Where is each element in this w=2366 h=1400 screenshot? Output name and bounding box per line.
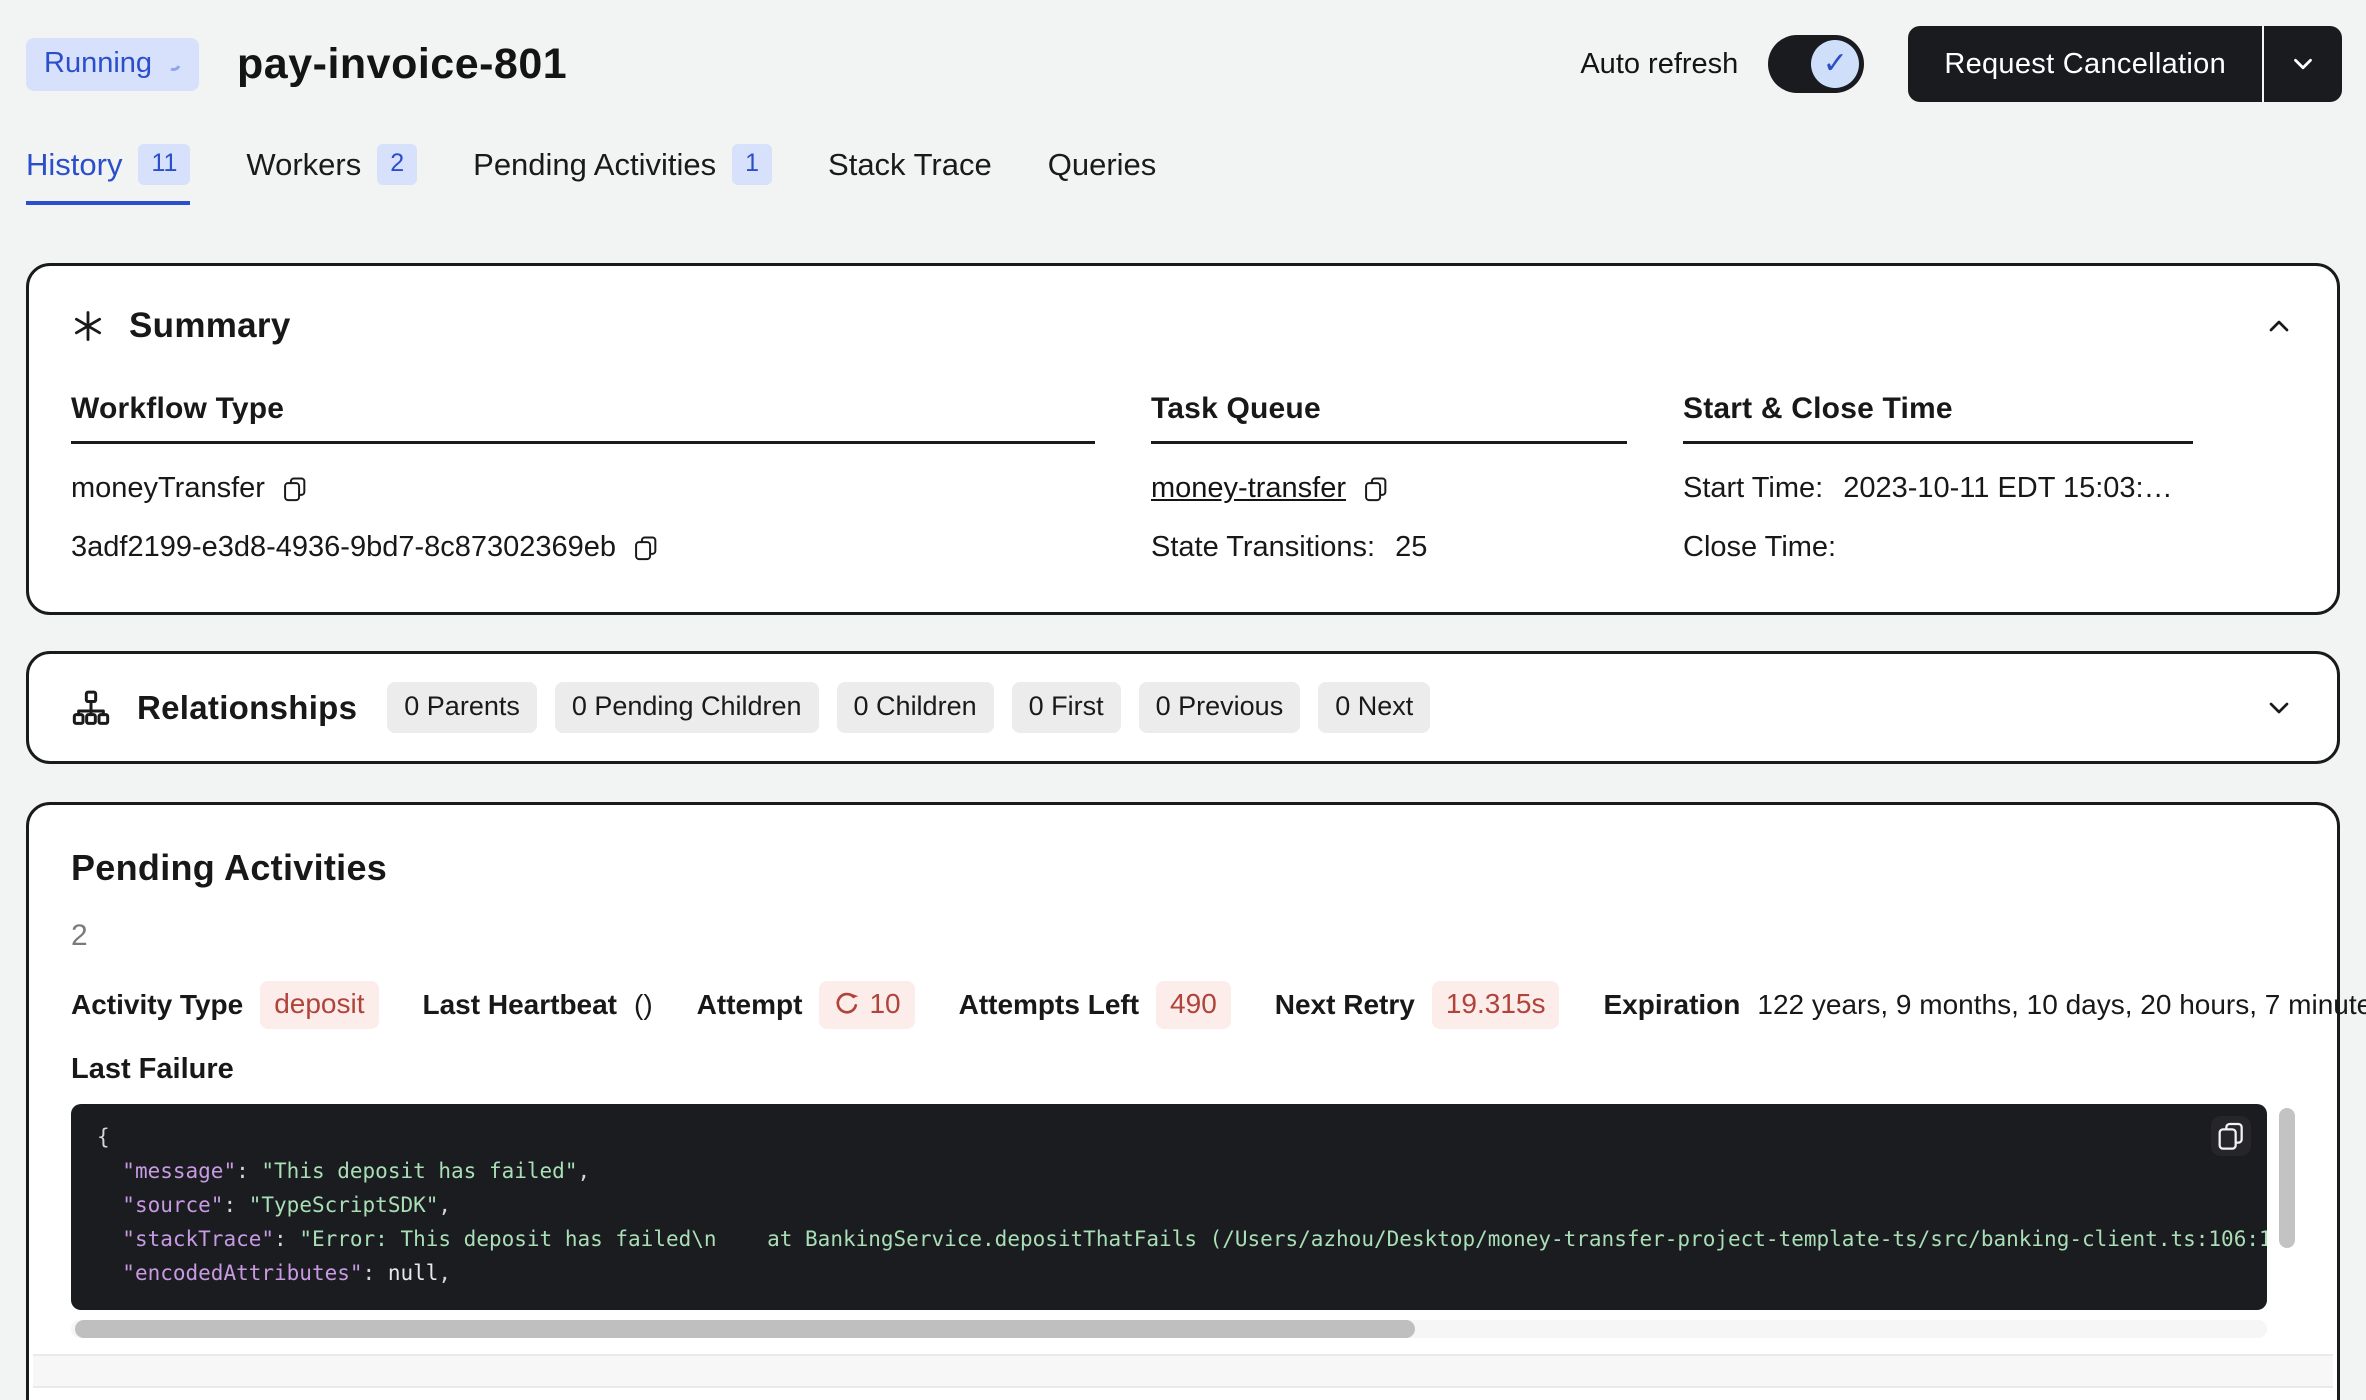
relationships-card: Relationships 0 Parents 0 Pending Childr… [26,651,2340,764]
chevron-down-icon[interactable] [2263,692,2295,724]
next-retry-field: Next Retry 19.315s [1275,981,1560,1029]
summary-card: Summary Workflow Type moneyTransfer 3adf… [26,263,2340,615]
activity-type-badge: deposit [260,981,378,1029]
activity-type-label: Activity Type [71,989,243,1021]
status-label: Running [44,47,152,80]
last-failure-code-block[interactable]: { "message": "This deposit has failed", … [71,1104,2267,1310]
next-retry-label: Next Retry [1275,989,1415,1021]
start-close-time-header: Start & Close Time [1683,392,2193,444]
state-transitions-value: 25 [1395,531,1427,564]
auto-refresh-toggle[interactable]: ✓ [1768,35,1864,93]
status-badge[interactable]: Running [26,38,199,91]
tab-label: History [26,147,122,183]
relationship-badges: 0 Parents 0 Pending Children 0 Children … [387,682,1430,733]
relationships-title: Relationships [137,689,357,727]
horizontal-scrollbar-track[interactable] [71,1320,2267,1338]
horizontal-scrollbar-thumb[interactable] [75,1320,1415,1338]
next-badge: 0 Next [1318,682,1430,733]
expiration-value: 122 years, 9 months, 10 days, 20 hours, … [1757,989,2366,1021]
attempt-field: Attempt 10 [697,981,915,1029]
toggle-knob: ✓ [1811,40,1859,88]
tab-label: Workers [246,147,361,183]
chevron-down-icon[interactable] [2264,26,2342,102]
asterisk-icon [71,309,105,343]
attempt-value: 10 [869,988,900,1020]
hierarchy-icon [71,688,111,728]
parents-badge: 0 Parents [387,682,537,733]
start-time-label: Start Time: [1683,472,1823,505]
tab-bar: History 11 Workers 2 Pending Activities … [0,104,2366,205]
chevron-up-icon[interactable] [2263,310,2295,342]
copy-icon[interactable] [1362,475,1390,503]
pending-activities-count: 2 [71,919,2295,953]
previous-badge: 0 Previous [1139,682,1301,733]
page-header: Running pay-invoice-801 Auto refresh ✓ R… [0,0,2366,104]
workflow-type-value: moneyTransfer [71,472,265,505]
spinner-icon [164,53,183,72]
next-retry-badge: 19.315s [1432,981,1560,1029]
tab-history[interactable]: History 11 [26,144,190,205]
attempts-left-field: Attempts Left 490 [959,981,1231,1029]
last-failure-label: Last Failure [71,1053,2295,1086]
check-icon: ✓ [1823,49,1848,79]
auto-refresh-label: Auto refresh [1580,48,1738,81]
task-queue-header: Task Queue [1151,392,1627,444]
request-cancellation-button[interactable]: Request Cancellation [1908,26,2342,102]
tab-count-badge: 11 [138,144,190,185]
activity-fields-row: Activity Type deposit Last Heartbeat () … [71,981,2295,1029]
pending-activities-card: Pending Activities 2 Activity Type depos… [26,802,2340,1400]
copy-icon[interactable] [281,475,309,503]
tab-label: Pending Activities [473,147,716,183]
attempts-left-badge: 490 [1156,981,1231,1029]
first-badge: 0 First [1012,682,1121,733]
state-transitions-label: State Transitions: [1151,531,1375,564]
activity-type-field: Activity Type deposit [71,981,379,1029]
tab-count-badge: 1 [732,144,772,185]
last-failure-code-wrap: { "message": "This deposit has failed", … [71,1104,2295,1310]
workflow-type-header: Workflow Type [71,392,1095,444]
retry-icon [833,990,861,1018]
last-heartbeat-value: () [634,989,653,1021]
children-badge: 0 Children [837,682,994,733]
second-activity-row [33,1354,2333,1388]
copy-icon[interactable] [632,534,660,562]
tab-queries[interactable]: Queries [1048,144,1157,205]
page-title: pay-invoice-801 [237,40,567,89]
tab-pending-activities[interactable]: Pending Activities 1 [473,144,772,205]
attempts-left-label: Attempts Left [959,989,1139,1021]
tab-label: Stack Trace [828,147,992,183]
run-id-value: 3adf2199-e3d8-4936-9bd7-8c87302369eb [71,531,616,564]
copy-icon[interactable] [2211,1116,2251,1156]
expiration-field: Expiration 122 years, 9 months, 10 days,… [1603,989,2366,1021]
expiration-label: Expiration [1603,989,1740,1021]
attempt-badge: 10 [819,981,914,1029]
last-heartbeat-field: Last Heartbeat () [423,989,653,1021]
tab-workers[interactable]: Workers 2 [246,144,417,205]
tab-label: Queries [1048,147,1157,183]
attempt-label: Attempt [697,989,803,1021]
pending-children-badge: 0 Pending Children [555,682,819,733]
pending-activities-title: Pending Activities [71,847,2295,889]
tab-stack-trace[interactable]: Stack Trace [828,144,992,205]
summary-title: Summary [129,306,291,346]
vertical-scrollbar[interactable] [2279,1108,2295,1248]
start-time-value: 2023-10-11 EDT 15:03:… [1843,472,2172,505]
cancel-button-label: Request Cancellation [1908,26,2262,102]
tab-count-badge: 2 [377,144,417,185]
task-queue-link[interactable]: money-transfer [1151,472,1346,505]
close-time-label: Close Time: [1683,531,1836,564]
last-heartbeat-label: Last Heartbeat [423,989,618,1021]
